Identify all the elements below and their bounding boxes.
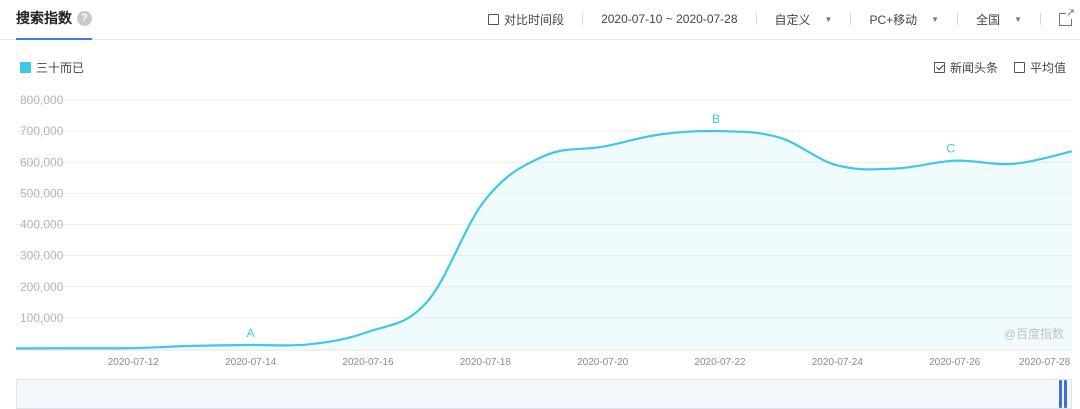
x-tick-label: 2020-07-20 <box>577 357 629 368</box>
average-checkbox[interactable] <box>1013 62 1025 73</box>
x-tick-label: 2020-07-22 <box>694 357 746 368</box>
device-dropdown[interactable]: PC+移动 ▼ <box>869 11 939 28</box>
region-dropdown[interactable]: 全国 ▼ <box>976 11 1022 28</box>
time-range-scroller[interactable] <box>16 379 1072 409</box>
question-circle-icon[interactable]: ? <box>77 11 92 26</box>
divider <box>755 13 757 25</box>
annotation-label[interactable]: B <box>712 112 720 126</box>
custom-label: 自定义 <box>774 12 811 27</box>
search-index-tab[interactable]: 搜索指数 ? <box>16 8 92 40</box>
header-bar: 搜索指数 ? 对比时间段 2020-07-10 ~ 2020-07-28 自定义… <box>0 0 1080 40</box>
y-tick-label: 500,000 <box>20 186 64 200</box>
compare-period-toggle[interactable]: 对比时间段 <box>488 11 564 28</box>
compare-label: 对比时间段 <box>504 12 565 27</box>
divider <box>850 13 852 25</box>
caret-down-icon: ▼ <box>1014 14 1022 24</box>
news-checkbox[interactable] <box>933 62 945 73</box>
toolbar: 对比时间段 2020-07-10 ~ 2020-07-28 自定义 ▼ PC+移… <box>488 6 1075 29</box>
scroller-handle-right[interactable] <box>1064 380 1067 408</box>
series-area <box>16 130 1072 349</box>
x-tick-label: 2020-07-14 <box>225 357 277 368</box>
watermark: @百度指数 <box>1004 326 1064 341</box>
y-tick-label: 700,000 <box>20 124 64 138</box>
date-range-selector[interactable]: 2020-07-10 ~ 2020-07-28 <box>601 12 737 26</box>
chart-options: 新闻头条 平均值 <box>933 59 1066 76</box>
y-tick-label: 800,000 <box>20 93 64 107</box>
caret-down-icon: ▼ <box>824 14 833 24</box>
page-title: 搜索指数 <box>16 10 72 26</box>
y-tick-label: 300,000 <box>20 249 64 263</box>
x-tick-label: 2020-07-24 <box>812 357 864 368</box>
custom-range-dropdown[interactable]: 自定义 ▼ <box>775 11 833 28</box>
divider <box>1040 13 1041 25</box>
chart-legend[interactable]: 三十而已 <box>20 59 84 76</box>
scroller-handle-left[interactable] <box>1059 380 1062 408</box>
y-tick-label: 200,000 <box>20 280 64 294</box>
device-label: PC+移动 <box>869 12 918 27</box>
search-index-chart[interactable]: 800,000 700,000 600,000 500,000 400,000 300,0… <box>0 80 1080 380</box>
caret-down-icon: ▼ <box>931 14 940 24</box>
external-link-icon[interactable] <box>1059 6 1075 26</box>
date-range-text: 2020-07-10 ~ 2020-07-28 <box>601 12 738 26</box>
x-tick-label: 2020-07-12 <box>108 357 160 368</box>
legend-swatch <box>20 62 31 73</box>
y-tick-label: 100,000 <box>20 311 64 325</box>
divider <box>582 13 584 25</box>
annotation-label[interactable]: C <box>946 142 955 156</box>
x-tick-label: 2020-07-18 <box>460 357 512 368</box>
news-headline-toggle[interactable]: 新闻头条 <box>933 59 998 76</box>
news-label: 新闻头条 <box>949 61 998 75</box>
average-label: 平均值 <box>1029 61 1066 75</box>
x-tick-label: 2020-07-28 <box>1019 357 1071 368</box>
average-toggle[interactable]: 平均值 <box>1013 59 1066 76</box>
legend-series-label: 三十而已 <box>36 61 85 75</box>
y-tick-label: 400,000 <box>20 218 64 232</box>
divider <box>957 13 959 25</box>
compare-checkbox[interactable] <box>488 13 500 25</box>
region-label: 全国 <box>976 12 1001 27</box>
x-tick-label: 2020-07-26 <box>929 357 981 368</box>
y-tick-label: 600,000 <box>20 155 64 169</box>
x-tick-label: 2020-07-16 <box>342 357 394 368</box>
annotation-label[interactable]: A <box>247 326 255 340</box>
